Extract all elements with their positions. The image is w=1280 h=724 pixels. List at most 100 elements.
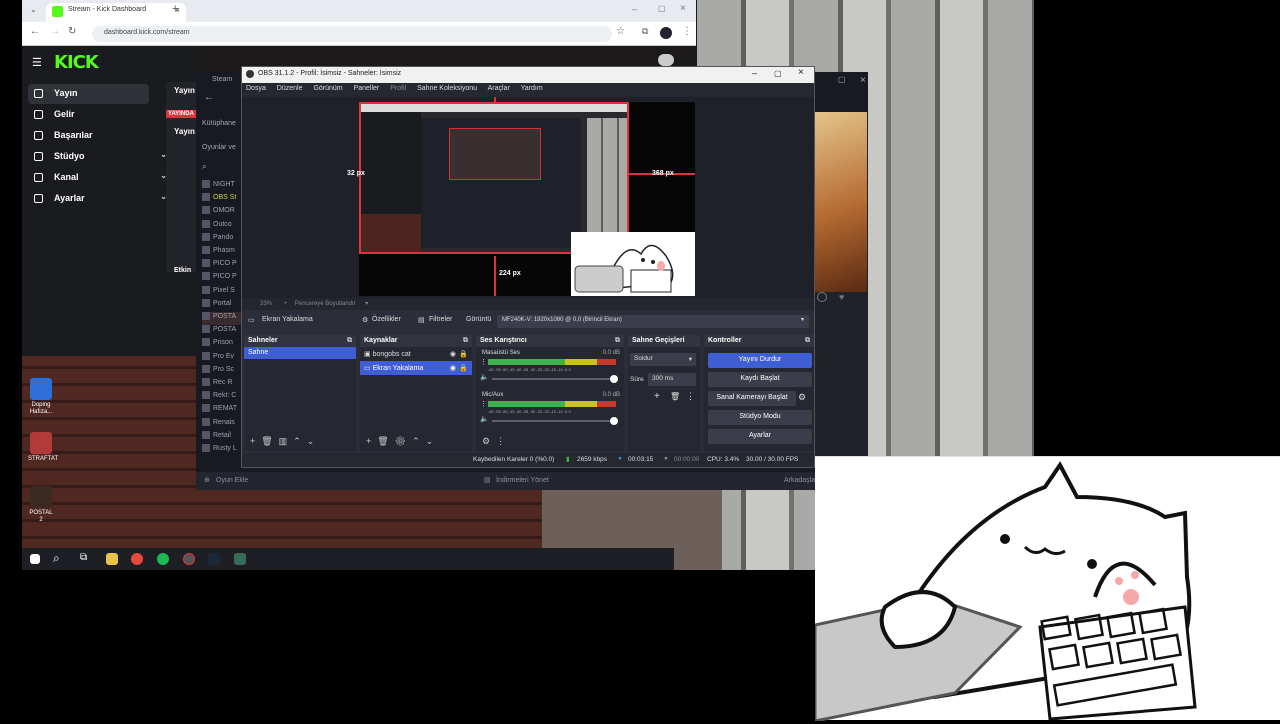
visibility-eye-icon[interactable]: ◉ [450, 364, 456, 372]
task-view-icon[interactable]: ⧉ [80, 552, 87, 563]
spotify-icon[interactable] [157, 553, 169, 565]
address-bar[interactable]: dashboard.kick.com/stream [92, 26, 612, 42]
speaker-icon[interactable]: 🔈 [480, 415, 489, 423]
steam-game-item[interactable]: Pro Sc [202, 364, 242, 378]
desktop-icon-postal2[interactable]: POSTAL 2 [28, 486, 54, 524]
undock-icon[interactable]: ⧉ [615, 337, 620, 345]
add-game-icon[interactable]: ⊕ [204, 476, 210, 484]
kick-user-avatar[interactable] [658, 54, 674, 66]
kick-nav-basarilar[interactable]: Başarılar [28, 126, 149, 146]
undock-icon[interactable]: ⧉ [463, 337, 468, 345]
obs-icon[interactable] [183, 553, 195, 565]
volume-slider[interactable] [492, 417, 618, 425]
source-item-bongobs[interactable]: ▣ bongobs cat ◉ 🔒 [360, 347, 472, 361]
steam-game-item[interactable]: PICO P [202, 259, 242, 272]
fit-icon[interactable]: + [284, 301, 288, 307]
steam-info-icon[interactable] [817, 292, 827, 302]
steam-game-item[interactable]: Prison [202, 338, 242, 351]
bongo-cat-source[interactable] [571, 232, 695, 296]
lock-icon[interactable]: 🔒 [459, 350, 468, 358]
filters-button[interactable]: Filtreler [429, 316, 452, 323]
menu-profil[interactable]: Profil [390, 85, 406, 92]
chrome-menu-icon[interactable]: ⋮ [682, 26, 692, 37]
mixer-toolbar[interactable]: ⚙⋮ [482, 436, 511, 447]
kick-nav-kanal[interactable]: Kanal ⌄ [28, 168, 167, 188]
menu-gorunum[interactable]: Görünüm [313, 85, 342, 92]
steam-game-item[interactable]: Phasm [202, 246, 242, 259]
remove-transition-icon[interactable]: 🗑 [670, 392, 680, 401]
steam-game-item[interactable]: PICO P [202, 272, 242, 285]
steam-close-icon[interactable]: × [860, 75, 866, 86]
transition-select[interactable]: Soldur ▾ [630, 353, 696, 366]
steam-icon[interactable] [208, 553, 220, 565]
steam-game-item[interactable]: POSTA [202, 312, 242, 325]
favorite-heart-icon[interactable]: ♥ [839, 292, 844, 302]
chrome-tab-kick-dashboard[interactable]: Stream - Kick Dashboard × [46, 3, 186, 22]
steam-game-item[interactable]: REMAT [202, 404, 242, 417]
properties-button[interactable]: Özellikler [372, 316, 401, 323]
reload-icon[interactable]: ↻ [68, 26, 76, 37]
kick-nav-studyo[interactable]: Stüdyo ⌄ [28, 147, 167, 167]
kick-nav-gelir[interactable]: Gelir [28, 105, 149, 125]
start-recording-button[interactable]: Kaydı Başlat [708, 372, 812, 387]
menu-paneller[interactable]: Paneller [354, 85, 380, 92]
stop-streaming-button[interactable]: Yayını Durdur [708, 353, 812, 368]
manage-downloads-label[interactable]: İndirmeleri Yönet [496, 477, 549, 484]
desktop-icon-straftat[interactable]: STRAFTAT [28, 432, 58, 463]
chrome-icon[interactable] [131, 553, 143, 565]
steam-game-item[interactable]: NIGHT [202, 180, 242, 193]
settings-button[interactable]: Ayarlar [708, 429, 812, 444]
fit-to-window[interactable]: Pencereye Boyutlandır [295, 301, 356, 307]
new-tab-icon[interactable]: + [172, 3, 178, 15]
minimize-icon[interactable]: – [752, 68, 757, 78]
desktop-icon-doping[interactable]: Doping Hafıza... [28, 378, 54, 416]
steam-maximize-icon[interactable]: ▢ [838, 75, 846, 84]
windows-start-icon[interactable] [30, 554, 40, 564]
bookmark-star-icon[interactable]: ☆ [616, 26, 625, 37]
steam-back-icon[interactable]: ← [204, 92, 214, 103]
menu-dosya[interactable]: Dosya [246, 85, 266, 92]
forward-icon[interactable]: → [50, 26, 60, 37]
channel-menu-icon[interactable]: ⋮ [480, 358, 487, 366]
steam-game-item[interactable]: POSTA [202, 325, 242, 338]
zoom-dropdown-icon[interactable]: ▾ [365, 301, 368, 307]
volume-slider[interactable] [492, 375, 618, 383]
source-toolbar-buttons[interactable]: +🗑⚙⌃⌄ [366, 436, 439, 447]
steam-game-item[interactable]: OBS St [202, 193, 242, 206]
undock-icon[interactable]: ⧉ [347, 337, 352, 345]
scene-toolbar[interactable]: +🗑▥⌃⌄ [250, 436, 320, 447]
studio-mode-button[interactable]: Stüdyo Modu [708, 410, 812, 425]
steam-game-item[interactable]: Pro Ev [202, 351, 242, 365]
steam-game-item[interactable]: Rekt: C [202, 391, 242, 404]
maximize-icon[interactable]: ▢ [774, 69, 782, 78]
steam-game-item[interactable]: Rusty L [202, 444, 242, 457]
steam-game-item[interactable]: Pando [202, 232, 242, 246]
steam-game-item[interactable]: OMOR [202, 206, 242, 219]
steam-game-item[interactable]: Renais [202, 417, 242, 431]
steam-search-icon[interactable]: ⌕ [202, 162, 206, 172]
maximize-icon[interactable]: ▢ [658, 4, 666, 13]
slider-knob[interactable] [610, 375, 618, 383]
menu-duzenle[interactable]: Düzenle [277, 85, 303, 92]
zoom-percent[interactable]: 33% [260, 301, 272, 307]
kick-logo[interactable]: KICK [54, 52, 99, 73]
speaker-icon[interactable]: 🔈 [480, 373, 489, 381]
scene-item[interactable]: Sahne [244, 347, 356, 359]
channel-menu-icon[interactable]: ⋮ [480, 400, 487, 408]
hamburger-menu-icon[interactable]: ☰ [32, 56, 42, 69]
menu-sahne-koleksiyonu[interactable]: Sahne Koleksiyonu [417, 85, 477, 92]
close-icon[interactable]: × [798, 67, 804, 78]
obs-preview[interactable]: 32 px 368 px 224 px [242, 97, 814, 298]
lock-icon[interactable]: 🔒 [459, 364, 468, 372]
steam-game-item[interactable]: Rec R [202, 378, 242, 391]
kick-nav-ayarlar[interactable]: Ayarlar ⌄ [28, 189, 167, 209]
menu-araclar[interactable]: Araçlar [488, 85, 510, 92]
source-item-ekran-yakalama[interactable]: ▭ Ekran Yakalama ◉ 🔒 [360, 361, 472, 375]
duration-input[interactable]: 300 ms [648, 373, 696, 386]
display-select[interactable]: MF240K-V: 1920x1080 @ 0,0 (Birincil Ekra… [497, 315, 809, 328]
steam-game-item[interactable]: Retail [202, 430, 242, 444]
visibility-eye-icon[interactable]: ◉ [450, 350, 456, 358]
steam-game-item[interactable]: Pixel S [202, 285, 242, 299]
extensions-icon[interactable]: ⧉ [642, 26, 648, 37]
close-window-icon[interactable]: × [680, 3, 686, 14]
